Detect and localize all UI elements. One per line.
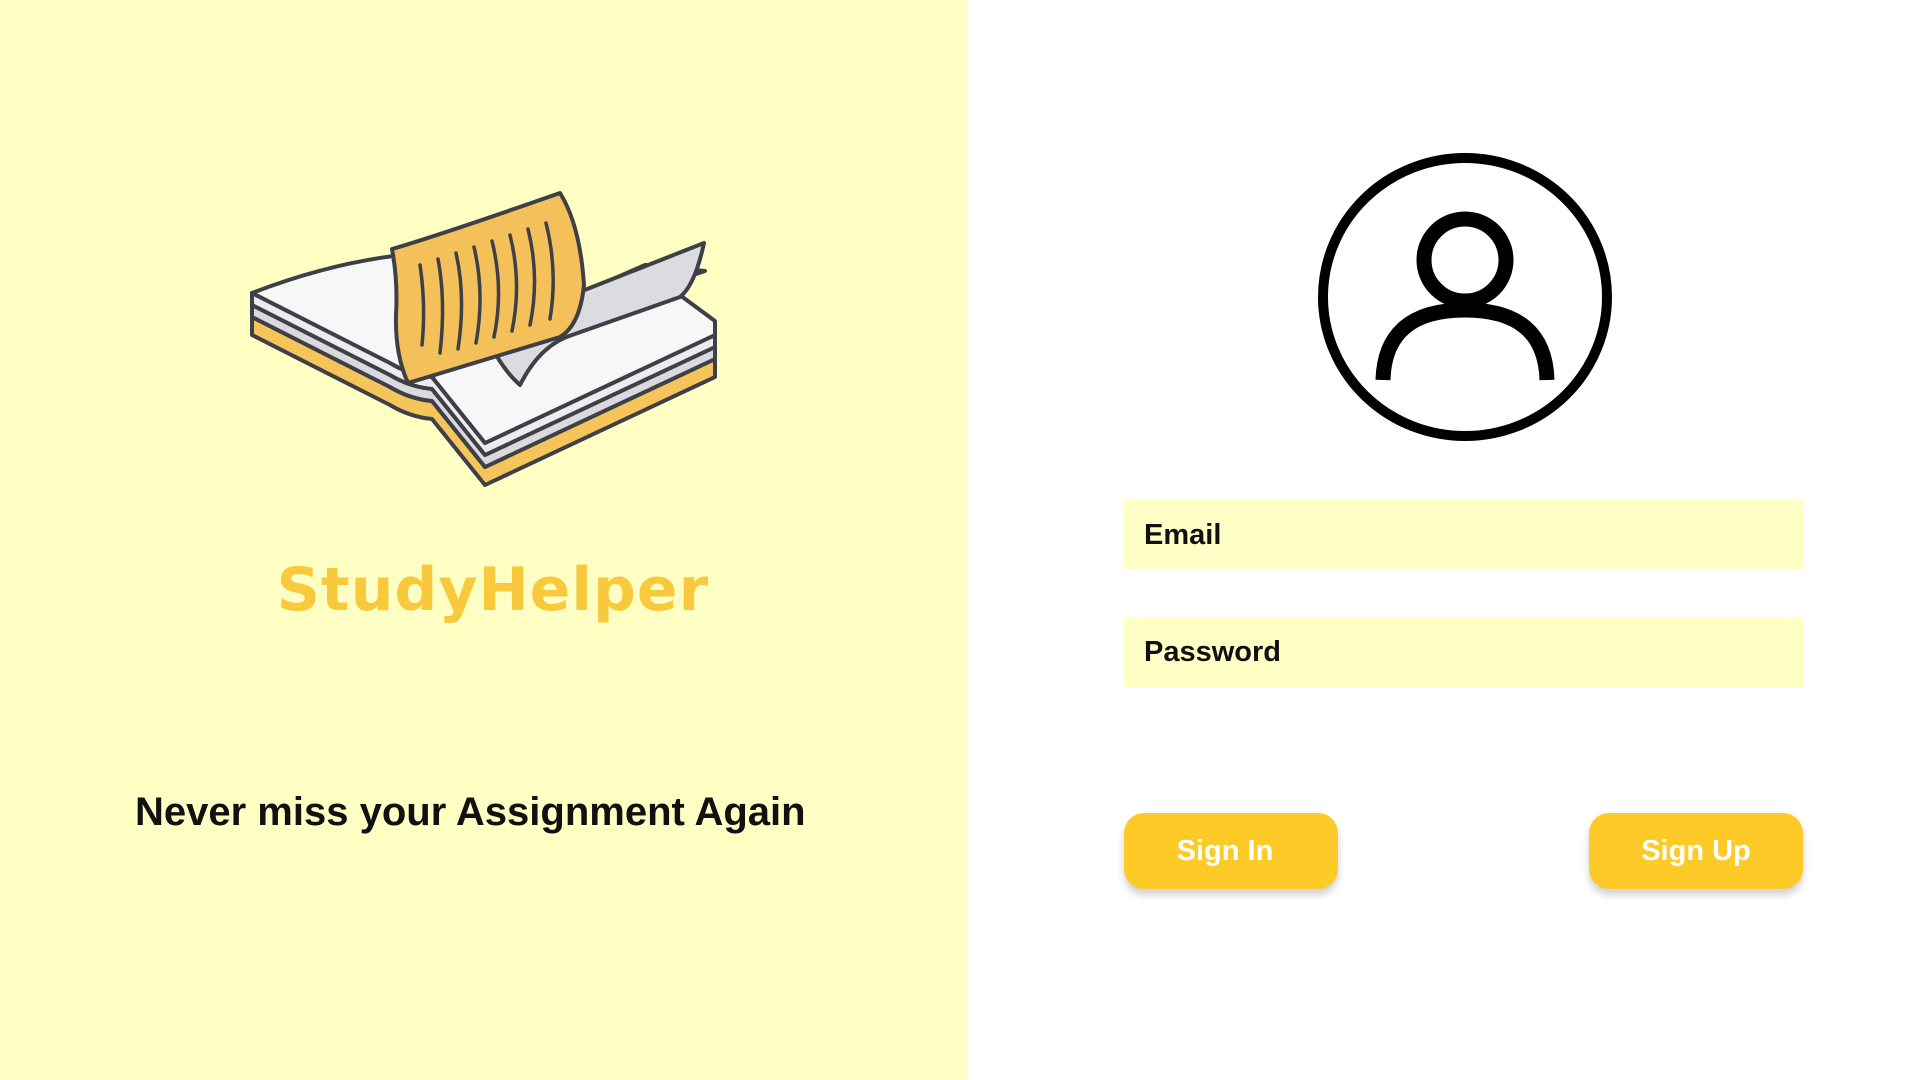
brand-name: StudyHelper (276, 555, 710, 625)
email-label: Email (1144, 518, 1222, 551)
sign-up-button[interactable]: Sign Up (1589, 813, 1803, 889)
open-book-icon (250, 191, 717, 487)
password-label: Password (1144, 635, 1281, 668)
tagline: Never miss your Assignment Again (135, 790, 806, 834)
email-field[interactable]: Email (1124, 500, 1804, 570)
branding-panel: StudyHelper Never miss your Assignment A… (0, 0, 968, 1080)
user-circle-icon (1318, 153, 1612, 441)
sign-in-label: Sign In (1176, 834, 1274, 867)
sign-up-label: Sign Up (1641, 834, 1751, 867)
sign-in-button[interactable]: Sign In (1124, 813, 1338, 889)
password-field[interactable]: Password (1124, 617, 1804, 687)
